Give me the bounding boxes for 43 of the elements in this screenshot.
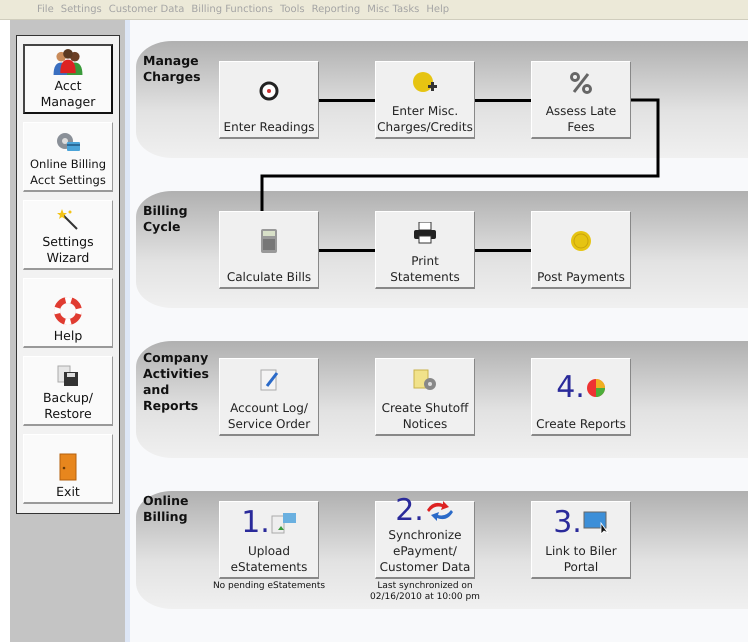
calculator-icon [261, 228, 277, 252]
section-title: Manage Charges [142, 53, 202, 86]
sidebar-button[interactable]: Exit [23, 434, 113, 504]
task-tile-button[interactable]: Create Shutoff Notices [375, 358, 475, 436]
clipboard-gear-icon [413, 368, 437, 392]
gear-card-icon [55, 131, 81, 153]
pie-chart-icon [586, 378, 606, 398]
people-icon [51, 48, 85, 75]
sidebar-button[interactable]: Backup/ Restore [23, 356, 113, 426]
document-upload-icon [270, 512, 297, 534]
coin-plus-icon [412, 70, 438, 94]
step-number: 3. [553, 506, 582, 538]
task-tile-button[interactable]: 4. Create Reports [531, 358, 631, 436]
section-title: Company Activities and Reports [142, 350, 210, 415]
task-tile-button[interactable]: 3. Link to Biler Portal [531, 501, 631, 579]
task-tile-button[interactable]: Calculate Bills [219, 211, 319, 289]
sidebar-button[interactable]: Help [23, 278, 113, 348]
task-tile-button[interactable]: 1. Upload eStatements [219, 501, 319, 579]
status-note: No pending eStatements [212, 581, 326, 592]
sidebar-button[interactable]: Settings Wizard [23, 200, 113, 270]
percent-icon [570, 72, 592, 94]
gauge-icon [259, 80, 279, 100]
printer-icon [413, 222, 437, 244]
notepad-pencil-icon [258, 368, 280, 392]
coin-icon [570, 230, 592, 252]
sync-arrows-icon [424, 500, 455, 522]
task-tile-button[interactable]: Enter Misc. Charges/Credits [375, 61, 475, 139]
task-tile-button[interactable]: Account Log/ Service Order [219, 358, 319, 436]
sidebar-button[interactable]: Online Billing Acct Settings [23, 122, 113, 192]
step-number: 4. [556, 372, 585, 404]
monitor-cursor-icon [582, 510, 609, 534]
floppy-disk-icon [57, 365, 79, 387]
task-tile-button[interactable]: Enter Readings [219, 61, 319, 139]
task-tile-button[interactable]: Print Statements [375, 211, 475, 289]
step-number: 1. [241, 506, 270, 538]
magic-wand-icon [57, 209, 79, 231]
task-tile-button[interactable]: Assess Late Fees [531, 61, 631, 139]
sidebar-button[interactable]: Acct Manager [23, 44, 113, 114]
door-icon [57, 453, 79, 481]
section-title: Billing Cycle [142, 203, 189, 236]
lifebuoy-icon [54, 297, 82, 325]
task-tile-button[interactable]: Post Payments [531, 211, 631, 289]
status-note: Last synchronized on 02/16/2010 at 10:00 pm [369, 581, 481, 603]
